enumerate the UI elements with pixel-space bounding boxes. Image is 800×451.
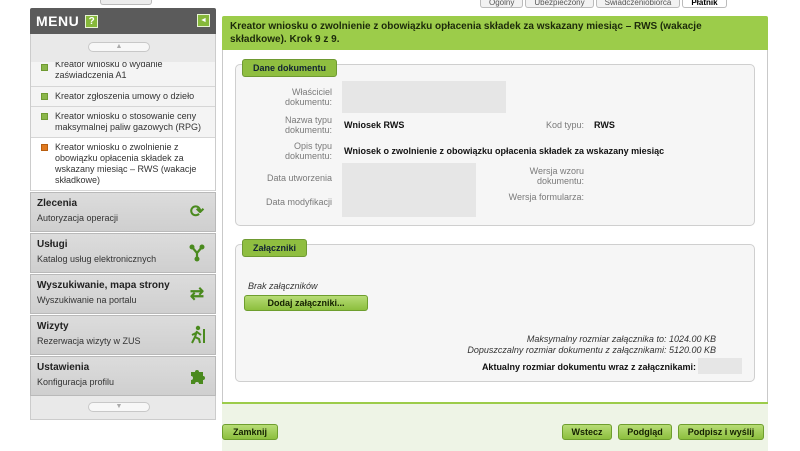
collapse-menu-icon[interactable]: ◄ [197, 14, 210, 27]
menu-scroll-down-area: ▼ [30, 396, 216, 420]
form-version-label: Wersja formularza: [508, 192, 584, 202]
current-size-value [698, 358, 742, 374]
sidebar-item-a1[interactable]: Kreator wniosku o wydanie zaświadczenia … [31, 62, 215, 87]
type-desc-value: Wniosek o zwolnienie z obowiązku opłacen… [344, 146, 665, 156]
category-subtitle: Katalog usług elektronicznych [37, 254, 157, 264]
puzzle-icon [187, 366, 207, 386]
tab-ubezpieczony[interactable]: Ubezpieczony [525, 0, 594, 8]
attachments-label: Załączniki [242, 239, 308, 257]
menu-scroll-down-button[interactable]: ▼ [88, 402, 150, 412]
category-ustawienia[interactable]: Ustawienia Konfiguracja profilu [30, 356, 216, 396]
created-label: Data utworzenia [266, 173, 332, 183]
sidebar-item-rpg[interactable]: Kreator wniosku o stosowanie ceny maksym… [31, 107, 215, 138]
current-size-label: Aktualny rozmiar dokumentu wraz z załącz… [481, 362, 696, 372]
sidebar: MENU ? ◄ ▲ Kreator wniosku o wydanie zaś… [30, 8, 216, 451]
top-stub-tab [100, 0, 152, 5]
max-attachment-size: Maksymalny rozmiar załącznika to: 1024.0… [526, 334, 716, 344]
tab-swiadczeniobiorca[interactable]: Świadczeniobiorca [595, 0, 681, 8]
tab-platnik[interactable]: Płatnik [682, 0, 727, 8]
type-name-value: Wniosek RWS [344, 120, 405, 130]
top-tabs: Ogólny Ubezpieczony Świadczeniobiorca Pł… [480, 0, 729, 8]
sidebar-item-label: Kreator zgłoszenia umowy o dzieło [55, 91, 195, 101]
category-title: Usługi [37, 239, 68, 250]
main-area: Kreator wniosku o zwolnienie z obowiązku… [222, 16, 768, 451]
menu-scroll-up-area: ▲ [30, 34, 216, 62]
bullet-icon [41, 93, 48, 100]
category-subtitle: Rezerwacja wizyty w ZUS [37, 336, 141, 346]
document-data-label: Dane dokumentu [242, 59, 338, 77]
owner-value [342, 81, 506, 113]
category-zlecenia[interactable]: Zlecenia Autoryzacja operacji ⟳ [30, 192, 216, 232]
category-wizyty[interactable]: Wizyty Rezerwacja wizyty w ZUS [30, 315, 216, 355]
type-desc-label: Opis typu dokumentu: [284, 141, 332, 161]
sidebar-item-label: Kreator wniosku o stosowanie ceny maksym… [55, 111, 202, 132]
active-bullet-icon [41, 144, 48, 151]
category-uslugi[interactable]: Usługi Katalog usług elektronicznych [30, 233, 216, 273]
sidebar-item-label: Kreator wniosku o wydanie zaświadczenia … [55, 62, 163, 80]
footer-bar: Zamknij Wstecz Podgląd Podpisz i wyślij [222, 402, 768, 451]
menu-header: MENU ? ◄ [30, 8, 216, 34]
category-subtitle: Autoryzacja operacji [37, 213, 119, 223]
menu-scroll-up-button[interactable]: ▲ [88, 42, 150, 52]
tab-ogolny[interactable]: Ogólny [480, 0, 524, 8]
network-icon [187, 243, 207, 263]
dates-value [342, 163, 476, 217]
type-code-label: Kod typu: [545, 120, 584, 130]
bullet-icon [41, 64, 48, 71]
preview-button[interactable]: Podgląd [618, 424, 672, 440]
template-version-label: Wersja wzoru dokumentu: [529, 166, 584, 186]
submenu-list: Kreator wniosku o wydanie zaświadczenia … [30, 62, 216, 191]
walking-person-icon [187, 325, 207, 345]
content-area: Dane dokumentu Właściciel dokumentu: Naz… [222, 50, 768, 406]
sign-and-send-button[interactable]: Podpisz i wyślij [678, 424, 764, 440]
bullet-icon [41, 113, 48, 120]
attachments-panel: Załączniki Brak załączników Dodaj załącz… [235, 239, 755, 382]
cycle-icon: ⇄ [189, 284, 205, 303]
close-button[interactable]: Zamknij [222, 424, 278, 440]
owner-label: Właściciel dokumentu: [284, 87, 332, 107]
type-code-value: RWS [594, 120, 615, 130]
add-attachments-button[interactable]: Dodaj załączniki... [244, 295, 368, 311]
refresh-icon: ⟳ [189, 202, 205, 221]
category-title: Wizyty [37, 321, 69, 332]
back-button[interactable]: Wstecz [562, 424, 612, 440]
category-subtitle: Konfiguracja profilu [37, 377, 115, 387]
category-title: Wyszukiwanie, mapa strony [37, 280, 170, 291]
document-data-panel: Dane dokumentu Właściciel dokumentu: Naz… [235, 59, 755, 226]
modified-label: Data modyfikacji [265, 197, 332, 207]
help-icon[interactable]: ? [85, 14, 99, 28]
category-title: Ustawienia [37, 362, 90, 373]
sidebar-item-umowa-o-dzielo[interactable]: Kreator zgłoszenia umowy o dzieło [31, 87, 215, 107]
category-subtitle: Wyszukiwanie na portalu [37, 295, 137, 305]
sidebar-item-rws[interactable]: Kreator wniosku o zwolnienie z obowiązku… [31, 138, 215, 191]
max-document-size: Dopuszczalny rozmiar dokumentu z załączn… [467, 345, 716, 355]
type-name-label: Nazwa typu dokumentu: [284, 115, 332, 135]
page-title: Kreator wniosku o zwolnienie z obowiązku… [222, 16, 768, 50]
category-title: Zlecenia [37, 198, 78, 209]
sidebar-item-label: Kreator wniosku o zwolnienie z obowiązku… [55, 142, 197, 185]
menu-title: MENU [36, 13, 80, 29]
no-attachments-text: Brak załączników [248, 281, 318, 291]
category-wyszukiwanie[interactable]: Wyszukiwanie, mapa strony Wyszukiwanie n… [30, 274, 216, 314]
